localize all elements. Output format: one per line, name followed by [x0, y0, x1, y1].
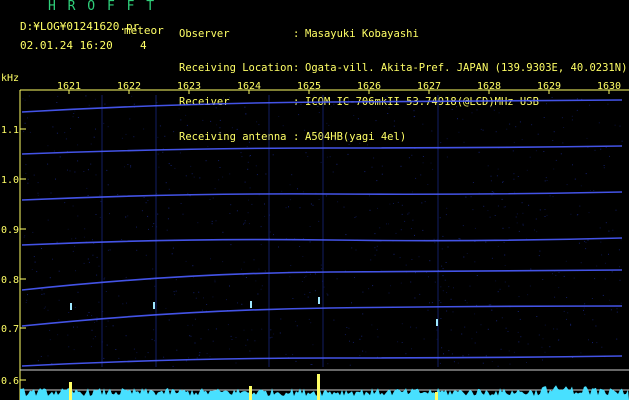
noise-streak	[437, 95, 439, 367]
spectrogram-plot: 1.1 1.0 0.9 0.8 0.7 0.6 1621 1622 1623 1624 1625 16…	[1, 81, 629, 400]
y-tick-label: 0.9	[1, 225, 19, 236]
x-tick-label: 1623	[177, 81, 201, 92]
spectrum-spike	[249, 386, 252, 400]
x-tick-label: 1625	[297, 81, 321, 92]
y-tick-label: 1.0	[1, 175, 19, 186]
y-tick-label: 0.7	[1, 324, 19, 335]
noise-streak	[155, 95, 157, 367]
meteor-ping	[250, 301, 252, 308]
noise-streak	[101, 95, 103, 367]
meteor-ping	[70, 303, 72, 310]
x-tick-label: 1624	[237, 81, 261, 92]
spectrum-profile	[20, 385, 629, 400]
x-tick-label: 1621	[57, 81, 81, 92]
spectrum-spike	[435, 392, 438, 400]
spectrum-spike	[317, 374, 320, 400]
x-tick-label: 1626	[357, 81, 381, 92]
spectrum-spike	[69, 382, 72, 400]
noise-streak	[322, 95, 324, 367]
y-tick-label: 1.1	[1, 125, 19, 136]
meteor-ping	[436, 319, 438, 326]
noise-streak	[268, 95, 270, 367]
meteor-ping	[318, 297, 320, 304]
x-tick-label: 1630	[597, 81, 621, 92]
x-tick-label: 1622	[117, 81, 141, 92]
y-tick-label: 0.8	[1, 275, 19, 286]
y-tick-label: 0.6	[1, 376, 19, 387]
x-tick-label: 1627	[417, 81, 441, 92]
x-tick-label: 1628	[477, 81, 501, 92]
meteor-ping	[153, 302, 155, 309]
x-tick-label: 1629	[537, 81, 561, 92]
